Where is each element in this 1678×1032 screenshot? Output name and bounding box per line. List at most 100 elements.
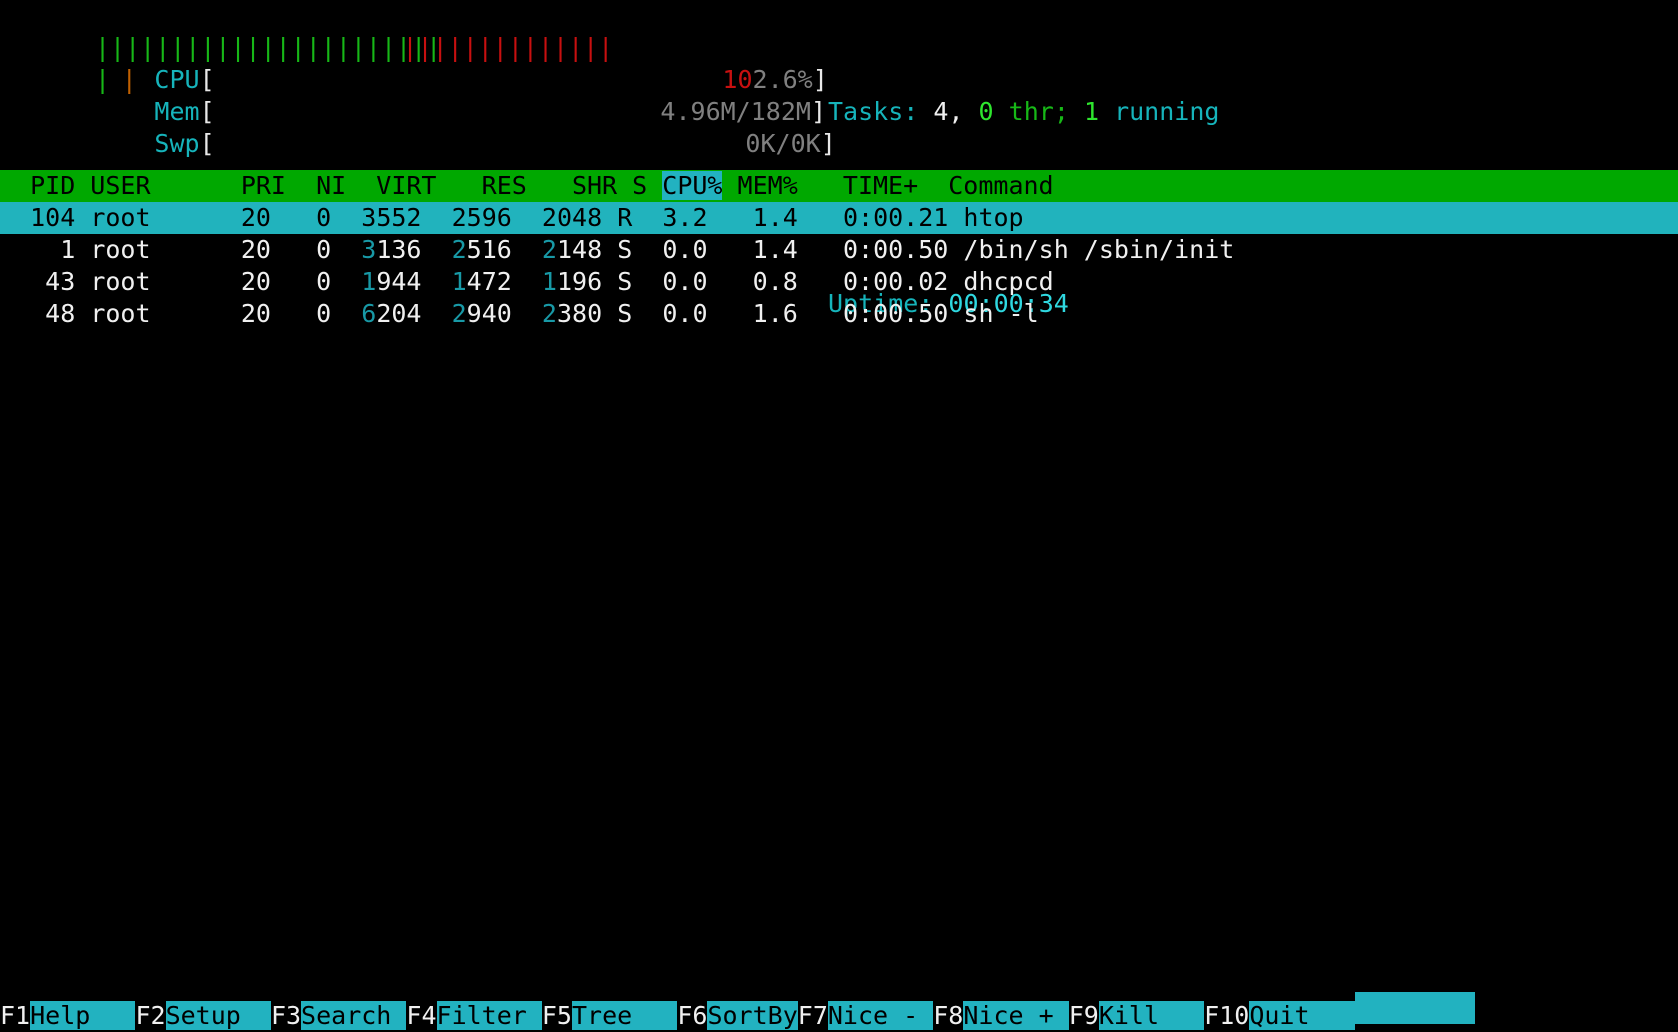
cell-gap-3 [512,299,527,328]
cell-time: 0:00.21 [798,203,949,232]
fkey-f6-number[interactable]: F6 [677,1001,707,1030]
fkey-f2-number[interactable]: F2 [135,1001,165,1030]
fkey-f4-number[interactable]: F4 [406,1001,436,1030]
cpu-bar-green: ||||||||||||||||||||||| [95,32,441,64]
cell-shr: 2048 [527,203,602,232]
cell-cpu: 3.2 [632,203,707,232]
cell-command: dhcpcd [948,267,1053,296]
table-row[interactable]: 43 root 20 0 1944 1472 1196 S 0.0 0.8 0:… [0,266,1678,298]
cell-gap-3 [512,235,527,264]
table-header-sort-column[interactable]: CPU% [662,171,722,200]
cell-user: root [75,235,226,264]
cell-pid: 48 [0,299,75,328]
cell-pid: 1 [0,235,75,264]
table-row[interactable]: 48 root 20 0 6204 2940 2380 S 0.0 1.6 0:… [0,298,1678,330]
cell-ni: 0 [271,235,331,264]
cell-state: R [602,203,632,232]
swap-bracket-open: [ [200,129,215,158]
mem-bar-orange: | [122,64,137,96]
cell-command: sh -l [948,299,1038,328]
function-key-bar-filler [1355,992,1475,1024]
process-row-list: 104 root 20 0 3552 2596 2048 R 3.2 1.4 0… [0,202,1678,330]
cell-user: root [75,203,226,232]
fkey-f3-label[interactable]: Search [301,1001,406,1030]
fkey-f6-label[interactable]: SortBy [707,1001,797,1030]
swap-meter-label: Swp [154,129,199,158]
cell-gap-2 [421,203,436,232]
fkey-f9-number[interactable]: F9 [1069,1001,1099,1030]
threads-word: thr; [1009,97,1069,126]
running-count: 1 [1084,97,1099,126]
cell-command: /bin/sh /sbin/init [948,235,1234,264]
cell-pri: 20 [226,203,271,232]
cell-pri: 20 [226,267,271,296]
cell-virt: 6204 [346,299,421,328]
cell-shr: 1196 [527,267,602,296]
cell-mem: 1.6 [708,299,798,328]
cell-cpu: 0.0 [632,235,707,264]
fkey-f4-label[interactable]: Filter [437,1001,542,1030]
cell-ni: 0 [271,267,331,296]
fkey-f1-number[interactable]: F1 [0,1001,30,1030]
cell-command: htop [948,203,1023,232]
cell-gap-3 [512,267,527,296]
tasks-label: Tasks: [828,97,918,126]
cell-mem: 1.4 [708,203,798,232]
cell-user: root [75,299,226,328]
cpu-bar-red: |||||||||||||| [403,32,614,64]
tasks-line: Tasks: 4, 0 thr; 1 running [828,96,1250,128]
swap-value: 0K/0K [745,129,820,158]
cell-virt: 1944 [346,267,421,296]
threads-count: 0 [979,97,994,126]
cell-user: root [75,267,226,296]
cell-cpu: 0.0 [632,299,707,328]
cell-pri: 20 [226,299,271,328]
fkey-f8-label[interactable]: Nice + [963,1001,1068,1030]
cell-state: S [602,267,632,296]
fkey-f7-label[interactable]: Nice - [828,1001,933,1030]
process-table: PID USER PRI NI VIRT RES SHR S CPU% MEM%… [0,170,1678,330]
fkey-f1-label[interactable]: Help [30,1001,135,1030]
cell-pid: 104 [0,203,75,232]
fkey-f10-number[interactable]: F10 [1204,1001,1249,1030]
cell-pid: 43 [0,267,75,296]
fkey-f5-label[interactable]: Tree [572,1001,677,1030]
htop-terminal: CPU[ ||||||||||||||||||||||| |||||||||||… [0,0,1678,1024]
tasks-count: 4, [933,97,963,126]
cell-res: 2516 [437,235,512,264]
fkey-f8-number[interactable]: F8 [933,1001,963,1030]
cell-shr: 2148 [527,235,602,264]
fkey-f9-label[interactable]: Kill [1099,1001,1204,1030]
running-word: running [1114,97,1219,126]
cell-time: 0:00.50 [798,299,949,328]
cell-gap-3 [512,203,527,232]
cell-shr: 2380 [527,299,602,328]
table-header-row[interactable]: PID USER PRI NI VIRT RES SHR S CPU% MEM%… [0,170,1678,202]
cell-mem: 0.8 [708,267,798,296]
cell-pri: 20 [226,235,271,264]
cell-time: 0:00.02 [798,267,949,296]
cell-gap-2 [421,235,436,264]
cell-gap-1 [331,203,346,232]
cell-res: 2940 [437,299,512,328]
cell-state: S [602,235,632,264]
fkey-f2-label[interactable]: Setup [166,1001,271,1030]
cell-res: 1472 [437,267,512,296]
header-meters: CPU[ ||||||||||||||||||||||| |||||||||||… [0,32,1678,128]
table-header-right: MEM% TIME+ Command [722,171,1053,200]
fkey-f3-number[interactable]: F3 [271,1001,301,1030]
cell-state: S [602,299,632,328]
cell-gap-2 [421,299,436,328]
table-row[interactable]: 1 root 20 0 3136 2516 2148 S 0.0 1.4 0:0… [0,234,1678,266]
fkey-f10-label[interactable]: Quit [1249,1001,1354,1030]
cell-gap-1 [331,299,346,328]
fkey-f7-number[interactable]: F7 [798,1001,828,1030]
cell-gap-1 [331,267,346,296]
cell-virt: 3552 [346,203,421,232]
cell-ni: 0 [271,299,331,328]
table-row[interactable]: 104 root 20 0 3552 2596 2048 R 3.2 1.4 0… [0,202,1678,234]
fkey-f5-number[interactable]: F5 [542,1001,572,1030]
table-header-left: PID USER PRI NI VIRT RES SHR S [0,171,662,200]
cell-res: 2596 [437,203,512,232]
mem-bar-green: | [95,64,110,96]
